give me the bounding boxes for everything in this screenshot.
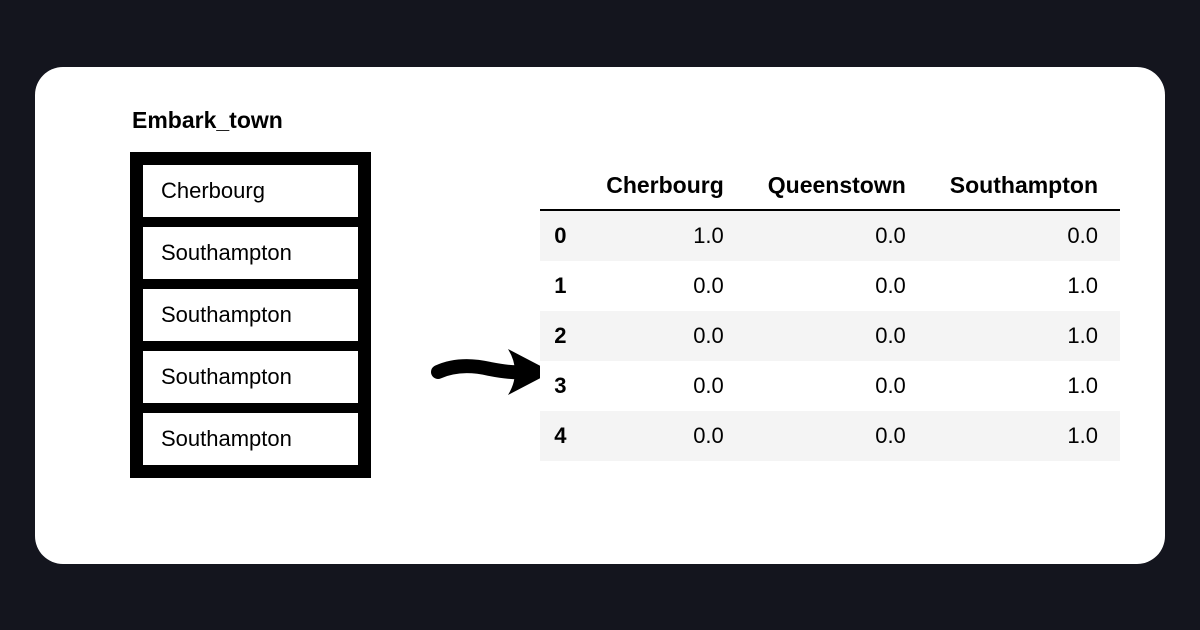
table-row: 1 0.0 0.0 1.0 <box>540 261 1120 311</box>
cell-value: 0.0 <box>746 261 928 311</box>
cell-value: 0.0 <box>746 210 928 261</box>
row-index: 4 <box>540 411 584 461</box>
diagram-card: Embark_town Cherbourg Southampton Southa… <box>35 67 1165 564</box>
table-row: 3 0.0 0.0 1.0 <box>540 361 1120 411</box>
cell-value: 1.0 <box>928 411 1120 461</box>
source-cell: Cherbourg <box>138 160 363 222</box>
cell-value: 0.0 <box>928 210 1120 261</box>
index-header <box>540 162 584 210</box>
encoded-table-section: Cherbourg Queenstown Southampton 0 1.0 0… <box>540 162 1120 461</box>
table-row: 4 0.0 0.0 1.0 <box>540 411 1120 461</box>
table-row: 0 1.0 0.0 0.0 <box>540 210 1120 261</box>
source-cells: Cherbourg Southampton Southampton Southa… <box>130 152 371 478</box>
col-header: Cherbourg <box>584 162 746 210</box>
col-header: Queenstown <box>746 162 928 210</box>
source-cell: Southampton <box>138 222 363 284</box>
cell-value: 1.0 <box>928 361 1120 411</box>
table-header-row: Cherbourg Queenstown Southampton <box>540 162 1120 210</box>
cell-value: 1.0 <box>584 210 746 261</box>
row-index: 3 <box>540 361 584 411</box>
row-index: 0 <box>540 210 584 261</box>
source-cell: Southampton <box>138 408 363 470</box>
cell-value: 1.0 <box>928 261 1120 311</box>
cell-value: 0.0 <box>584 261 746 311</box>
cell-value: 0.0 <box>584 411 746 461</box>
source-column: Embark_town Cherbourg Southampton Southa… <box>130 107 371 478</box>
row-index: 2 <box>540 311 584 361</box>
column-header: Embark_town <box>132 107 371 134</box>
cell-value: 0.0 <box>746 411 928 461</box>
col-header: Southampton <box>928 162 1120 210</box>
cell-value: 0.0 <box>584 361 746 411</box>
cell-value: 0.0 <box>746 311 928 361</box>
table-row: 2 0.0 0.0 1.0 <box>540 311 1120 361</box>
source-cell: Southampton <box>138 346 363 408</box>
row-index: 1 <box>540 261 584 311</box>
encoded-table: Cherbourg Queenstown Southampton 0 1.0 0… <box>540 162 1120 461</box>
cell-value: 1.0 <box>928 311 1120 361</box>
cell-value: 0.0 <box>584 311 746 361</box>
cell-value: 0.0 <box>746 361 928 411</box>
source-cell: Southampton <box>138 284 363 346</box>
